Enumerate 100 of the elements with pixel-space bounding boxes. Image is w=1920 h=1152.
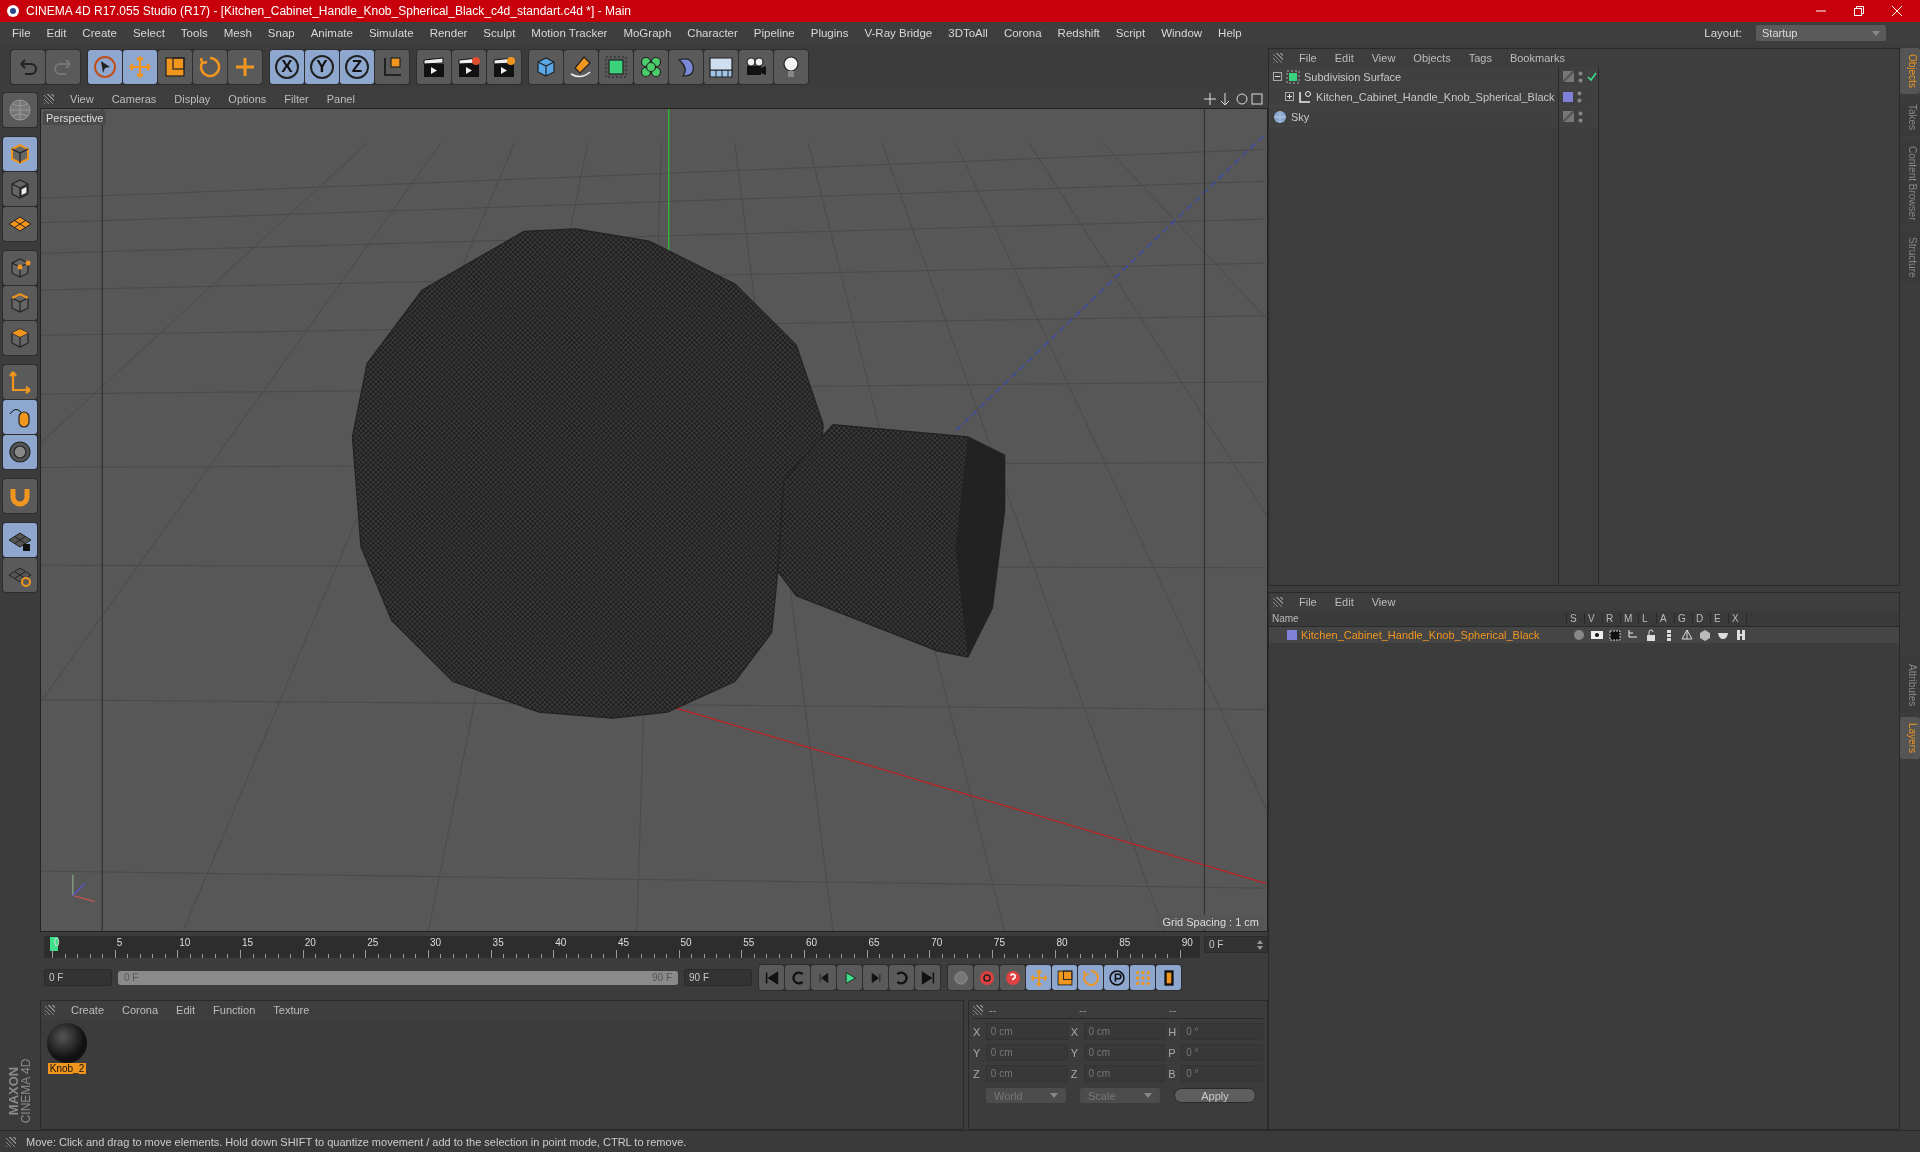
column-header[interactable]: X: [1729, 613, 1747, 624]
mode-button[interactable]: [3, 137, 37, 171]
end-frame-field[interactable]: 90 F: [684, 969, 752, 986]
object-menu-item[interactable]: Edit: [1326, 52, 1362, 64]
layer-color[interactable]: [1287, 630, 1297, 640]
toolbar-button[interactable]: [739, 50, 773, 84]
toolbar-button[interactable]: [774, 50, 808, 84]
axis-lock-button[interactable]: X: [270, 50, 304, 84]
toolbar-button[interactable]: [375, 50, 409, 84]
material-name[interactable]: Knob_2: [47, 1063, 87, 1074]
menu-item[interactable]: Edit: [38, 27, 75, 39]
menu-item[interactable]: File: [4, 27, 39, 39]
lock-icon[interactable]: [1645, 629, 1657, 641]
viewport-menu-item[interactable]: Filter: [276, 93, 317, 105]
material-menu-item[interactable]: Create: [63, 1004, 113, 1016]
menu-item[interactable]: Select: [124, 27, 173, 39]
toolbar-button[interactable]: [704, 50, 738, 84]
layer-menu-item[interactable]: File: [1291, 596, 1325, 608]
transport-button[interactable]: [889, 965, 914, 990]
menu-item[interactable]: Create: [74, 27, 125, 39]
column-header[interactable]: M: [1621, 613, 1639, 624]
key-button[interactable]: [1104, 965, 1129, 990]
material-menu-item[interactable]: Texture: [265, 1004, 318, 1016]
panel-grip-icon[interactable]: [44, 94, 54, 104]
menu-item[interactable]: 3DToAll: [940, 27, 996, 39]
toolbar-button[interactable]: [564, 50, 598, 84]
menu-item[interactable]: Mesh: [215, 27, 260, 39]
mode-button[interactable]: [3, 435, 37, 469]
column-header[interactable]: D: [1693, 613, 1711, 624]
box-icon[interactable]: [1699, 629, 1711, 641]
layout-dropdown[interactable]: Startup: [1756, 25, 1886, 41]
menu-item[interactable]: Pipeline: [745, 27, 803, 39]
check-icon[interactable]: [1587, 71, 1597, 82]
menu-item[interactable]: Simulate: [360, 27, 422, 39]
spinner-arrows-icon[interactable]: [1257, 939, 1263, 950]
timeline-ruler[interactable]: 0 5 10 15 20 25 30 35 40 45 50 55 60 65 70 75 80 85 90: [44, 936, 1200, 958]
toolbar-button[interactable]: [452, 50, 486, 84]
menu-item[interactable]: Plugins: [802, 27, 857, 39]
menu-item[interactable]: Script: [1107, 27, 1154, 39]
menu-item[interactable]: Corona: [995, 27, 1050, 39]
object-name[interactable]: Subdivision Surface: [1304, 70, 1402, 83]
object-menu-item[interactable]: Objects: [1405, 52, 1459, 64]
toolbar-button[interactable]: [599, 50, 633, 84]
panel-grip-icon[interactable]: [45, 1005, 55, 1015]
viewport-menu-item[interactable]: Display: [166, 93, 219, 105]
object-name[interactable]: Kitchen_Cabinet_Handle_Knob_Spherical_Black: [1316, 90, 1555, 103]
object-menu-item[interactable]: Tags: [1460, 52, 1500, 64]
viewport-menu-item[interactable]: Panel: [318, 93, 363, 105]
menu-item[interactable]: Sculpt: [475, 27, 524, 39]
x-shape-icon[interactable]: [1735, 629, 1747, 641]
toolbar-button[interactable]: [634, 50, 668, 84]
mode-button[interactable]: [3, 400, 37, 434]
menu-item[interactable]: V-Ray Bridge: [856, 27, 941, 39]
column-header[interactable]: E: [1711, 613, 1729, 624]
menu-item[interactable]: Animate: [302, 27, 361, 39]
layer-swatch[interactable]: [1563, 91, 1573, 102]
eye-icon[interactable]: [1591, 629, 1603, 641]
close-icon[interactable]: [1892, 6, 1902, 16]
transport-button[interactable]: [863, 965, 888, 990]
circle-icon[interactable]: [1573, 629, 1585, 641]
mode-button[interactable]: [3, 251, 37, 285]
viewport-menu-item[interactable]: Options: [220, 93, 275, 105]
menu-item[interactable]: MoGraph: [615, 27, 680, 39]
key-button[interactable]: [1156, 965, 1181, 990]
panel-grip-icon[interactable]: [973, 1004, 983, 1015]
menu-item[interactable]: Help: [1210, 27, 1250, 39]
axis-lock-button[interactable]: Y: [305, 50, 339, 84]
3d-viewport[interactable]: Perspective Grid Spacing : 1 cm: [40, 108, 1268, 932]
toolbar-button[interactable]: [158, 50, 192, 84]
mode-button[interactable]: [3, 286, 37, 320]
hierarchy-icon[interactable]: [1627, 629, 1639, 641]
toolbar-button[interactable]: [88, 50, 122, 84]
object-menu-item[interactable]: View: [1363, 52, 1404, 64]
viewport-menu-item[interactable]: View: [62, 93, 102, 105]
material-menu-item[interactable]: Function: [205, 1004, 264, 1016]
menu-item[interactable]: Motion Tracker: [523, 27, 616, 39]
menu-item[interactable]: Render: [421, 27, 476, 39]
panel-grip-icon[interactable]: [1273, 597, 1283, 607]
toolbar-button[interactable]: [417, 50, 451, 84]
column-header[interactable]: G: [1675, 613, 1693, 624]
menu-item[interactable]: Tools: [172, 27, 216, 39]
layer-menu-item[interactable]: Edit: [1326, 596, 1362, 608]
clapper-small-icon[interactable]: [1609, 629, 1621, 641]
layer-menu-item[interactable]: View: [1363, 596, 1404, 608]
mode-button[interactable]: [3, 207, 37, 241]
current-frame-field[interactable]: 0 F: [1204, 936, 1268, 953]
visibility-dots-icon[interactable]: [1578, 110, 1583, 123]
column-header[interactable]: Name: [1269, 613, 1567, 624]
transport-button[interactable]: [811, 965, 836, 990]
column-header[interactable]: R: [1603, 613, 1621, 624]
expand-icon[interactable]: [1285, 92, 1294, 101]
transport-button[interactable]: [837, 965, 862, 990]
mode-button[interactable]: [3, 558, 37, 592]
viewport-nav-icons[interactable]: [1204, 93, 1264, 105]
panel-grip-icon[interactable]: [1273, 53, 1283, 63]
column-header[interactable]: L: [1639, 613, 1657, 624]
transport-button[interactable]: [759, 965, 784, 990]
toolbar-button[interactable]: [487, 50, 521, 84]
mode-button[interactable]: [3, 321, 37, 355]
object-name[interactable]: Sky: [1291, 110, 1310, 123]
